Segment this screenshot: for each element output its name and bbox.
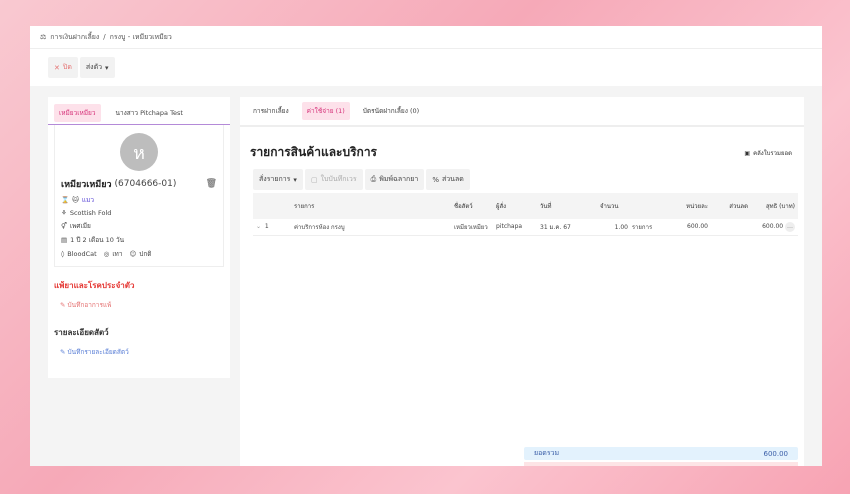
section-title: รายการสินค้าและบริการ (250, 145, 378, 159)
cat-icon: 🐱 (72, 196, 79, 204)
status: ปกติ (139, 250, 152, 258)
row-pet: เหมียวเหมียว (451, 219, 493, 236)
breed-icon: ⚘ (61, 209, 67, 217)
chevron-down-icon: ▾ (293, 175, 297, 184)
hand-coin-icon: ⚖ (40, 33, 47, 41)
total-value: 600.00 (763, 449, 789, 458)
gender-icon: ⚥ (61, 222, 67, 230)
row-net: 600.00 (762, 222, 784, 230)
discount-button[interactable]: % ส่วนลด (426, 169, 470, 190)
allergy-link-label: บันทึกอาการแพ้ (67, 301, 112, 309)
color: เทา (112, 250, 123, 258)
print-label-button[interactable]: ⎙ พิมพ์ฉลากยา (364, 169, 425, 190)
row-no: 1 (264, 223, 269, 231)
detail-link-label: บันทึกรายละเอียดสัตว์ (67, 348, 129, 356)
send-dropdown[interactable]: ส่งตัว ▾ (79, 57, 115, 78)
drop-icon: ◊ (61, 250, 65, 258)
more-icon[interactable]: … (785, 221, 795, 232)
breadcrumb-current: กรงบู - เหมียวเหมียว (109, 32, 172, 41)
age: 1 ปี 2 เดือน 10 วัน (70, 236, 125, 244)
tab-pet[interactable]: เหมียวเหมียว (54, 104, 101, 122)
record-button[interactable]: ▢ ใบบันทึกเวร (304, 169, 363, 190)
col-pet: ชื่อสัตว์ (451, 193, 493, 219)
sex: เพศเมีย (69, 222, 91, 230)
row-discount (711, 219, 751, 236)
status-icon: ☺ (129, 250, 137, 258)
pet-id: (6704666-01) (114, 179, 177, 189)
row-date: 31 ม.ค. 67 (537, 219, 597, 236)
col-expand (253, 193, 291, 219)
row-price: 600.00 (667, 219, 711, 236)
chevron-down-icon[interactable]: ⌄ (256, 223, 261, 230)
app-window: ⚖ การเงินฝากเลี้ยง / กรงบู - เหมียวเหมีย… (30, 26, 822, 466)
tab-appointment[interactable]: บัตรนัดฝากเลี้ยง (0) (358, 102, 424, 120)
archive-icon[interactable]: 🗑 (206, 179, 217, 189)
printer-icon: ⎙ (370, 175, 377, 183)
table-row[interactable]: ⌄ 1 ค่าบริการห้อง กรงบู เหมียวเหมียว pit… (253, 219, 798, 236)
close-label: ปิด (62, 63, 72, 71)
total-label: ยอดรวม (534, 449, 560, 457)
allergy-title: แพ้ยาและโรคประจำตัว (54, 281, 135, 290)
avatar: ห (120, 133, 158, 171)
tab-expense[interactable]: ค่าใช้จ่าย (1) (301, 102, 350, 120)
close-button[interactable]: ✕ ปิด (48, 57, 78, 78)
breadcrumb-root[interactable]: การเงินฝากเลี้ยง (50, 32, 99, 43)
blood: BloodCat (67, 250, 97, 258)
cake-icon: ▤ (61, 236, 68, 244)
detail-link[interactable]: ✎ บันทึกรายละเอียดสัตว์ (60, 347, 224, 357)
hourglass-icon: ⌛ (61, 196, 70, 204)
pencil-icon: ✎ (60, 301, 66, 309)
summary-label: คลังใบรวมยอด (753, 150, 792, 157)
toolbar: ✕ ปิด ส่งตัว ▾ (30, 48, 822, 86)
tab-owner[interactable]: นางสาว Pitchapa Test (111, 104, 188, 122)
breadcrumb: ⚖ การเงินฝากเลี้ยง / กรงบู - เหมียวเหมีย… (30, 26, 822, 48)
breed: Scottish Fold (69, 209, 112, 217)
col-date: วันที่ (537, 193, 597, 219)
row-item: ค่าบริการห้อง กรงบู (291, 219, 451, 236)
record-label: ใบบันทึกเวร (320, 175, 357, 183)
row-qty: 1.00 (614, 223, 628, 231)
print-label: พิมพ์ฉลากยา (379, 175, 419, 183)
calendar-icon: ▢ (310, 175, 318, 184)
col-price: หน่วยละ (667, 193, 711, 219)
expense-panel: การฝากเลี้ยง ค่าใช้จ่าย (1) บัตรนัดฝากเล… (240, 97, 804, 466)
summary-button[interactable]: ▣ คลังใบรวมยอด (744, 148, 792, 158)
chevron-down-icon: ▾ (105, 63, 109, 72)
breadcrumb-sep: / (103, 33, 106, 41)
receipt-icon: ▣ (744, 149, 751, 157)
row-unit: รายการ (631, 223, 653, 231)
close-icon: ✕ (54, 63, 60, 72)
col-item: รายการ (291, 193, 451, 219)
order-dropdown[interactable]: สั่งรายการ ▾ (253, 169, 303, 190)
balance-row (524, 462, 798, 466)
tab-boarding[interactable]: การฝากเลี้ยง (248, 102, 294, 120)
col-net: สุทธิ (บาท) (751, 193, 798, 219)
items-table: รายการ ชื่อสัตว์ ผู้สั่ง วันที่ จำนวน หน… (253, 193, 798, 236)
col-by: ผู้สั่ง (493, 193, 537, 219)
total-row: ยอดรวม 600.00 (524, 447, 798, 460)
row-by: pitchapa (493, 219, 537, 236)
allergy-link[interactable]: ✎ บันทึกอาการแพ้ (60, 300, 224, 310)
send-label: ส่งตัว (85, 63, 103, 71)
palette-icon: ◎ (103, 250, 110, 258)
pencil-icon: ✎ (60, 348, 66, 356)
discount-label: ส่วนลด (441, 175, 464, 183)
col-discount: ส่วนลด (711, 193, 751, 219)
pet-panel: เหมียวเหมียว นางสาว Pitchapa Test ห เหมี… (48, 97, 230, 378)
col-qty: จำนวน (597, 193, 667, 219)
table-header: รายการ ชื่อสัตว์ ผู้สั่ง วันที่ จำนวน หน… (253, 193, 798, 219)
pet-card: ห เหมียวเหมียว (6704666-01) 🗑 ⌛ 🐱 แมว ⚘ Scot… (54, 125, 224, 267)
species[interactable]: แมว (82, 195, 94, 205)
order-label: สั่งรายการ (259, 175, 291, 183)
detail-title: รายละเอียดสัตว์ (54, 328, 109, 337)
percent-icon: % (432, 175, 439, 184)
pet-name: เหมียวเหมียว (61, 180, 112, 190)
